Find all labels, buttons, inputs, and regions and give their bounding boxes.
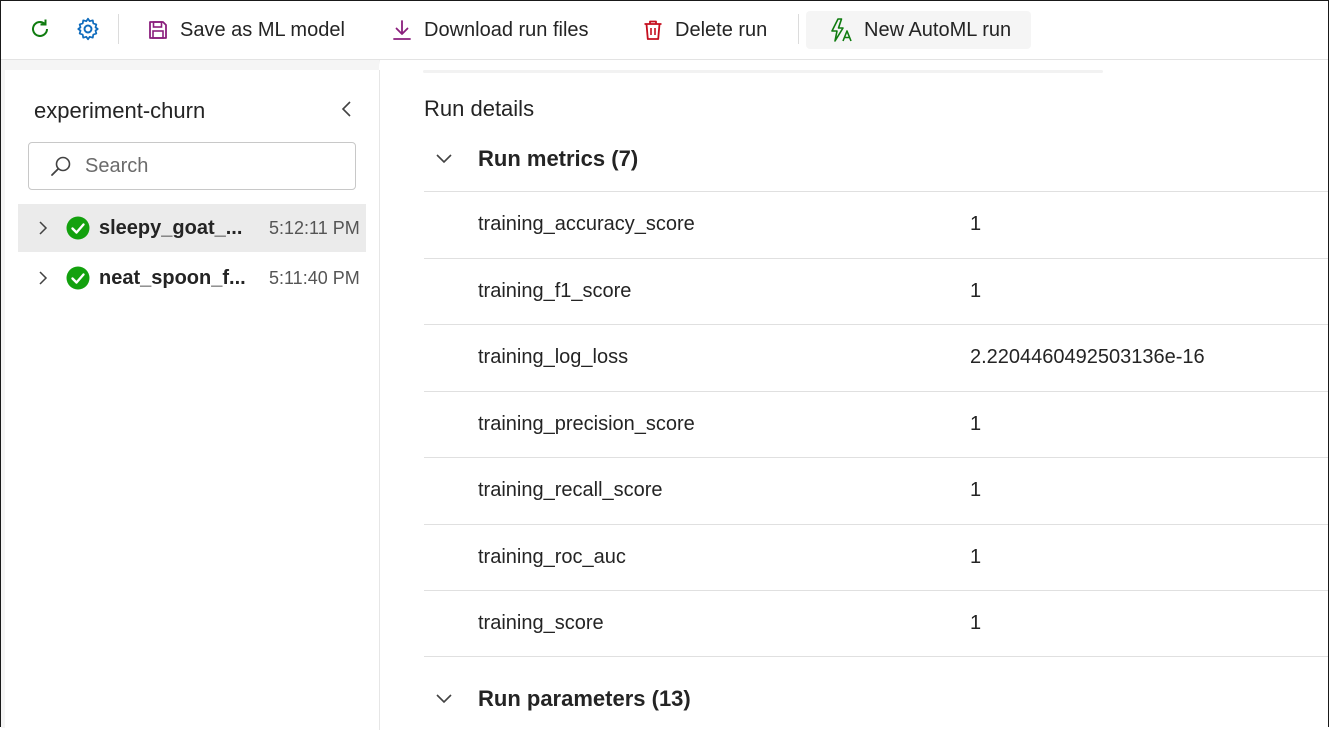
- runs-sidebar: experiment-churn Search sleepy_goat_... …: [1, 60, 380, 730]
- run-name: sleepy_goat_...: [99, 216, 243, 239]
- run-metrics-title: Run metrics (7): [478, 146, 639, 171]
- success-check-icon: [66, 266, 90, 290]
- scroll-edge-divider: [423, 70, 1103, 73]
- expand-run-button[interactable]: [34, 270, 52, 286]
- search-box[interactable]: [28, 142, 356, 190]
- delete-run-label: Delete run: [675, 18, 768, 41]
- experiment-title: experiment-churn: [34, 98, 206, 123]
- metric-name: training_recall_score: [478, 479, 663, 502]
- download-run-files-label: Download run files: [424, 18, 589, 41]
- metric-name: training_roc_auc: [478, 545, 626, 568]
- metric-name: training_precision_score: [478, 412, 695, 435]
- runs-panel: experiment-churn Search sleepy_goat_... …: [5, 70, 380, 730]
- run-time: 5:11:40 PM: [269, 267, 360, 288]
- run-parameters-section-header[interactable]: Run parameters (13): [424, 679, 691, 719]
- metric-row: training_roc_auc 1: [424, 523, 1328, 591]
- metric-name: training_score: [478, 611, 604, 634]
- trash-icon: [644, 20, 662, 40]
- download-icon: [393, 20, 411, 40]
- save-icon: [149, 21, 167, 39]
- chevron-left-icon: [341, 101, 351, 117]
- metric-row: training_recall_score 1: [424, 457, 1328, 524]
- metric-name: training_log_loss: [478, 346, 629, 369]
- save-as-ml-model-button[interactable]: Save as ML model: [146, 11, 345, 49]
- expand-run-button[interactable]: [34, 220, 52, 236]
- metric-value: 2.2204460492503136e-16: [970, 346, 1205, 369]
- toolbar-divider: [798, 14, 799, 44]
- run-parameters-title: Run parameters (13): [478, 686, 691, 711]
- gear-icon: [77, 17, 99, 41]
- run-metrics-table: training_accuracy_score 1 training_f1_sc…: [424, 191, 1328, 657]
- run-list-item[interactable]: neat_spoon_f... 5:11:40 PM: [18, 254, 366, 302]
- run-metrics-section-header[interactable]: Run metrics (7): [424, 139, 638, 179]
- collapse-sidebar-button[interactable]: [337, 98, 357, 120]
- success-check-icon: [66, 216, 90, 240]
- automl-lightning-icon: [831, 18, 852, 42]
- run-name: neat_spoon_f...: [99, 266, 246, 289]
- run-time: 5:12:11 PM: [269, 217, 360, 238]
- metric-value: 1: [970, 545, 982, 568]
- download-run-files-button[interactable]: Download run files: [390, 11, 589, 49]
- chevron-right-icon: [39, 271, 48, 285]
- new-automl-run-button[interactable]: New AutoML run: [806, 11, 1032, 49]
- run-details-heading: Run details: [424, 96, 535, 121]
- command-bar: Save as ML model Download run files Dele…: [1, 1, 1328, 60]
- metric-row: training_accuracy_score 1: [424, 191, 1328, 258]
- metric-name: training_accuracy_score: [478, 213, 695, 236]
- delete-run-button[interactable]: Delete run: [641, 11, 767, 49]
- metric-value: 1: [970, 412, 982, 435]
- metric-row: training_log_loss 2.2204460492503136e-16: [424, 324, 1328, 391]
- chevron-down-icon: [434, 693, 454, 705]
- metric-value: 1: [970, 479, 982, 502]
- metric-value: 1: [970, 213, 982, 236]
- search-input[interactable]: [83, 153, 347, 179]
- search-icon: [49, 154, 73, 178]
- run-list-item[interactable]: sleepy_goat_... 5:12:11 PM: [18, 204, 366, 252]
- chevron-down-icon: [434, 153, 454, 165]
- toolbar-divider: [118, 14, 119, 44]
- chevron-right-icon: [39, 221, 48, 235]
- metric-name: training_f1_score: [478, 279, 632, 302]
- settings-button[interactable]: [74, 15, 102, 43]
- refresh-icon: [32, 19, 48, 37]
- metric-row: training_f1_score 1: [424, 257, 1328, 325]
- metric-value: 1: [970, 279, 982, 302]
- metric-row: training_precision_score 1: [424, 390, 1328, 458]
- run-details-panel: Run details Run metrics (7) training_acc…: [380, 60, 1328, 728]
- metric-row: training_score 1: [424, 590, 1328, 657]
- save-as-ml-model-label: Save as ML model: [180, 18, 345, 41]
- new-automl-run-label: New AutoML run: [864, 18, 1012, 41]
- metric-value: 1: [970, 611, 982, 634]
- refresh-button[interactable]: [26, 15, 54, 43]
